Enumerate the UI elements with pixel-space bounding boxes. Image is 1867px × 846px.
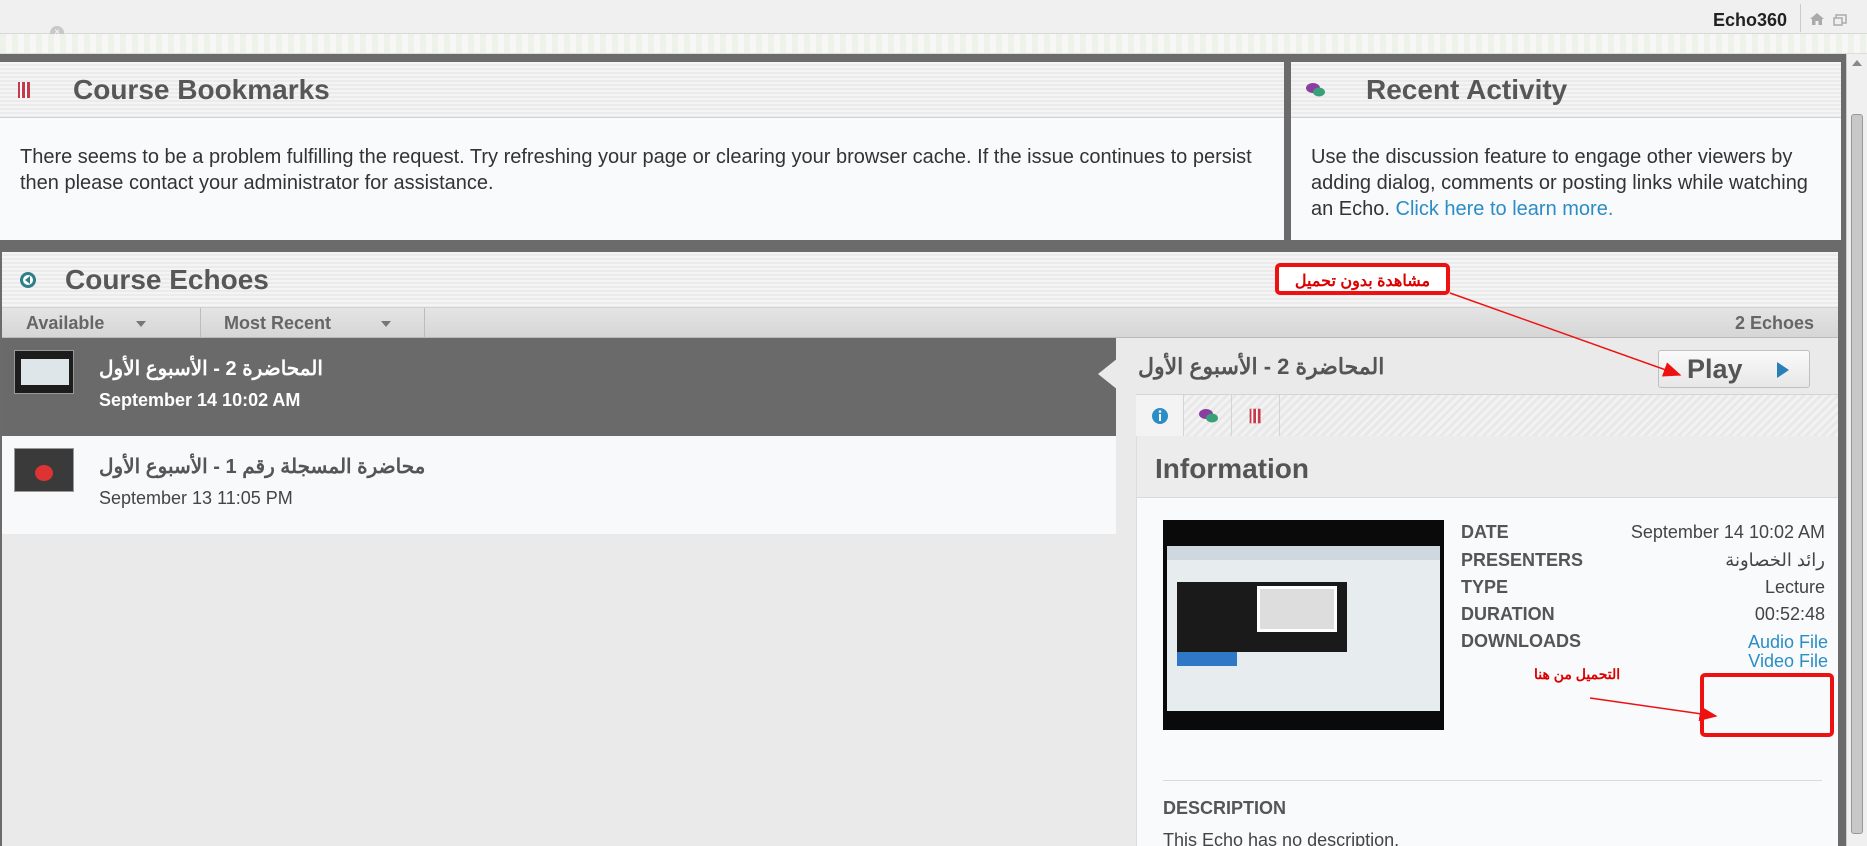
collapse-icon[interactable]	[18, 270, 40, 290]
annotation-watch-text: مشاهدة بدون تحميل	[1294, 273, 1431, 290]
echo-count: 2 Echoes	[1734, 313, 1814, 333]
activity-message: Use the discussion feature to engage oth…	[1311, 144, 1821, 222]
preview-screen	[1167, 546, 1440, 711]
echo-thumbnail	[14, 448, 74, 492]
top-bar: × Echo360	[0, 0, 1867, 40]
information-panel: Information DATE September 14 10:02 AM P…	[1136, 436, 1838, 846]
detail-tabs	[1136, 394, 1838, 437]
panel-title: Course Bookmarks	[73, 74, 330, 105]
chevron-down-icon	[136, 321, 147, 328]
brand-title: Echo360	[1712, 10, 1787, 30]
panel-title: Recent Activity	[1366, 74, 1568, 105]
bookmark-icon	[1249, 408, 1261, 424]
echo-date: September 13 11:05 PM	[99, 488, 293, 508]
panel-header: Recent Activity	[1291, 62, 1841, 118]
echo-thumbnail	[14, 350, 74, 394]
echo-title: محاضرة المسجلة رقم 1 - الأسبوع الأول	[99, 456, 426, 478]
course-echoes-panel: Course Echoes Available Most Recent 2 Ec…	[2, 252, 1838, 846]
date-label: DATE	[1461, 522, 1509, 542]
availability-filter-label: Available	[26, 313, 105, 333]
echo-detail: المحاضرة 2 - الأسبوع الأول Play Informat…	[1116, 338, 1838, 846]
window-restore-icon[interactable]	[1833, 14, 1847, 26]
bookmark-icon	[18, 82, 30, 98]
sort-filter-label: Most Recent	[224, 313, 332, 333]
play-button-label: Play	[1687, 354, 1743, 384]
divider	[1800, 4, 1801, 32]
preview-button	[1177, 652, 1237, 666]
echo-title: المحاضرة 2 - الأسبوع الأول	[99, 358, 323, 380]
play-icon	[1777, 362, 1789, 378]
preview-browser-bar	[1167, 546, 1440, 560]
play-button[interactable]: Play	[1658, 350, 1810, 388]
echo-date: September 14 10:02 AM	[99, 390, 301, 410]
divider	[200, 308, 201, 338]
echo-list: المحاضرة 2 - الأسبوع الأول September 14 …	[2, 338, 1116, 534]
video-file-link[interactable]: Video File	[1748, 651, 1828, 672]
tab-bookmarks[interactable]	[1232, 395, 1280, 437]
detail-title: المحاضرة 2 - الأسبوع الأول	[1138, 354, 1385, 379]
annotation-downloads-box	[1700, 673, 1834, 737]
learn-more-link[interactable]: Click here to learn more.	[1396, 198, 1614, 220]
scrollbar-thumb[interactable]	[1851, 114, 1863, 834]
sort-filter[interactable]: Most Recent	[224, 313, 392, 334]
type-value: Lecture	[1764, 577, 1825, 597]
type-label: TYPE	[1461, 577, 1509, 597]
filter-bar: Available Most Recent 2 Echoes	[2, 308, 1838, 338]
list-item[interactable]: محاضرة المسجلة رقم 1 - الأسبوع الأول Sep…	[2, 436, 1116, 534]
selection-pointer	[1098, 358, 1118, 390]
downloads-label: DOWNLOADS	[1461, 631, 1581, 651]
information-header: Information	[1137, 436, 1838, 498]
scroll-up-icon[interactable]	[1852, 60, 1862, 66]
decorative-stripe	[0, 34, 1867, 54]
divider	[424, 308, 425, 338]
information-heading: Information	[1155, 453, 1309, 484]
discussion-icon	[1306, 83, 1325, 97]
course-bookmarks-panel: Course Bookmarks There seems to be a pro…	[0, 62, 1284, 240]
echo-preview-image[interactable]	[1163, 520, 1444, 730]
date-value: September 14 10:02 AM	[1630, 522, 1825, 542]
error-message: There seems to be a problem fulfilling t…	[20, 146, 1252, 194]
panel-header: Course Echoes	[2, 252, 1838, 308]
availability-filter[interactable]: Available	[26, 313, 147, 334]
home-icon[interactable]	[1809, 12, 1825, 26]
duration-label: DURATION	[1461, 604, 1555, 624]
panel-header: Course Bookmarks	[0, 62, 1284, 118]
preview-slide	[1257, 586, 1337, 632]
divider	[1163, 780, 1822, 781]
info-icon	[1152, 408, 1168, 424]
description-text: This Echo has no description.	[1163, 830, 1400, 846]
discussion-icon	[1199, 409, 1218, 423]
tab-discussion[interactable]	[1184, 395, 1232, 437]
scrollbar[interactable]	[1846, 54, 1867, 846]
annotation-download-text: التحميل من هنا	[1534, 666, 1621, 682]
duration-value: 00:52:48	[1754, 604, 1825, 624]
description-heading: DESCRIPTION	[1163, 798, 1287, 818]
chevron-down-icon	[381, 321, 392, 328]
list-item[interactable]: المحاضرة 2 - الأسبوع الأول September 14 …	[2, 338, 1116, 436]
presenters-value: رائد الخصاونة	[1725, 550, 1825, 570]
tab-info[interactable]	[1136, 395, 1184, 437]
presenters-label: PRESENTERS	[1461, 550, 1584, 570]
annotation-watch-box: مشاهدة بدون تحميل	[1275, 263, 1450, 295]
panel-title: Course Echoes	[65, 264, 269, 295]
audio-file-link[interactable]: Audio File	[1748, 632, 1828, 653]
preview-video	[1177, 582, 1347, 652]
recent-activity-panel: Recent Activity Use the discussion featu…	[1291, 62, 1841, 240]
